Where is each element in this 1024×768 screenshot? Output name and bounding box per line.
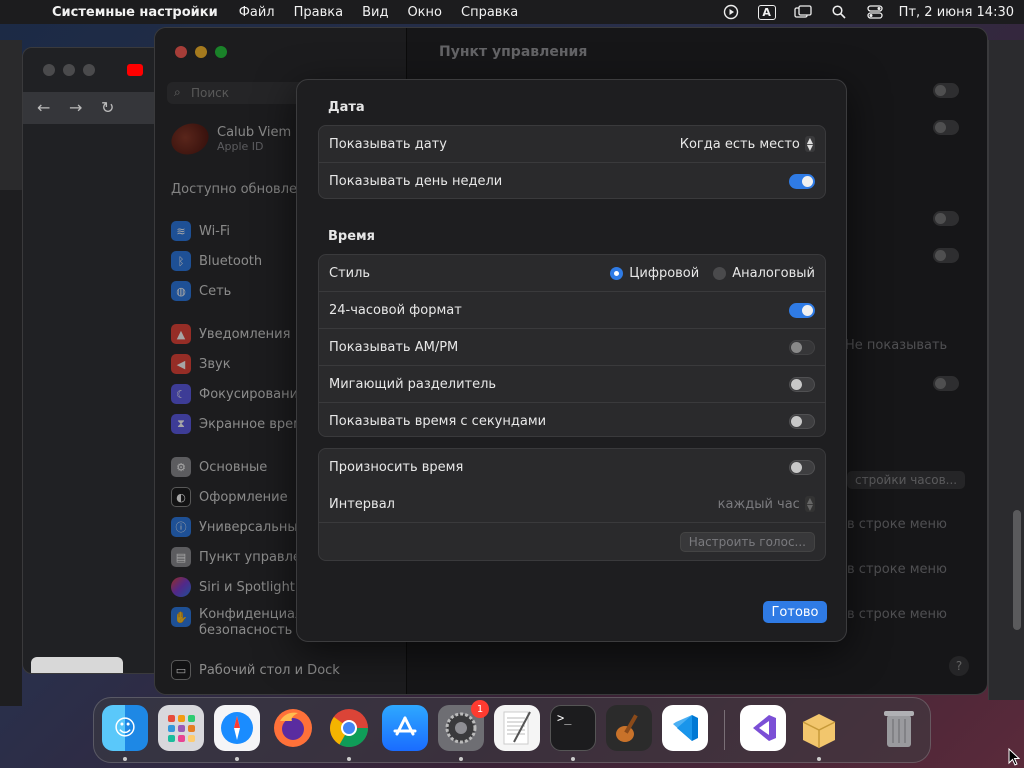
zoom-button[interactable] (83, 64, 95, 76)
blink-separator-toggle[interactable] (789, 376, 815, 392)
menu-file[interactable]: Файл (239, 5, 275, 20)
style-row: Стиль Цифровой Аналоговый (319, 255, 825, 292)
firefox-icon[interactable] (270, 705, 316, 751)
search-icon[interactable] (821, 5, 857, 19)
running-indicator (571, 757, 575, 761)
textedit-icon[interactable] (494, 705, 540, 751)
scrollbar[interactable] (1013, 510, 1021, 630)
reload-icon[interactable]: ↻ (101, 98, 114, 117)
background-window-left-top (0, 40, 22, 190)
announce-row: Произносить время (319, 449, 825, 486)
date-group: Показывать дату Когда есть место ▲ ▼ Пока… (318, 125, 826, 199)
terminal-icon[interactable]: >_ (550, 705, 596, 751)
show-weekday-toggle[interactable] (789, 174, 815, 189)
running-indicator (347, 757, 351, 761)
running-indicator (123, 757, 127, 761)
launchpad-icon[interactable] (158, 705, 204, 751)
background-window-right (988, 40, 1024, 700)
input-source-icon[interactable]: A (749, 4, 785, 20)
browser-tab-bar (23, 48, 161, 92)
vscode-icon[interactable] (662, 705, 708, 751)
announce-group: Произносить время Интервал каждый час ▲ ▼… (318, 448, 826, 561)
show-date-popup[interactable]: Когда есть место ▲ ▼ (680, 136, 815, 152)
play-status-icon[interactable] (713, 4, 749, 20)
dock-separator (724, 710, 725, 750)
blink-row: Мигающий разделитель (319, 366, 825, 403)
section-title-time: Время (328, 229, 376, 244)
browser-window: ← → ↻ (22, 47, 162, 674)
running-indicator (817, 757, 821, 761)
menu-window[interactable]: Окно (407, 5, 442, 20)
ampm-row: Показывать AM/PM (319, 329, 825, 366)
running-indicator (459, 757, 463, 761)
browser-content (23, 124, 161, 673)
system-settings-icon[interactable]: 1 (438, 700, 489, 751)
browser-bottom-element (31, 657, 123, 673)
control-center-icon[interactable] (857, 5, 893, 19)
menu-clock[interactable]: Пт, 2 июня 14:30 (899, 5, 1014, 20)
clock-settings-sheet: Дата Показывать дату Когда есть место ▲ ▼… (296, 79, 847, 642)
radio-selected-icon (610, 266, 624, 280)
chevron-updown-icon: ▲ ▼ (804, 136, 815, 152)
done-button[interactable]: Готово (763, 601, 827, 623)
running-indicator (235, 757, 239, 761)
minimize-button[interactable] (63, 64, 75, 76)
announce-time-toggle[interactable] (789, 460, 815, 475)
customize-voice-button[interactable]: Настроить голос... (679, 531, 815, 552)
show-date-row: Показывать дату Когда есть место ▲ ▼ (319, 126, 825, 163)
close-button[interactable] (43, 64, 55, 76)
interval-row: Интервал каждый час ▲ ▼ (319, 486, 825, 523)
finder-icon[interactable]: ☺ (102, 705, 148, 751)
style-analog-radio[interactable]: Аналоговый (713, 266, 815, 281)
menu-edit[interactable]: Правка (294, 5, 343, 20)
menu-app-name[interactable]: Системные настройки (52, 5, 218, 20)
radio-unselected-icon (713, 266, 727, 280)
section-title-date: Дата (328, 100, 365, 115)
mouse-cursor-icon (1008, 748, 1020, 766)
youtube-icon[interactable] (127, 64, 143, 76)
style-digital-radio[interactable]: Цифровой (610, 266, 699, 281)
dock: ☺ 1 >_ (93, 697, 931, 763)
installer-icon[interactable] (796, 705, 842, 751)
show-weekday-row: Показывать день недели (319, 163, 825, 200)
seconds-row: Показывать время с секундами (319, 403, 825, 440)
interval-popup[interactable]: каждый час ▲ ▼ (718, 496, 815, 512)
voice-row: Настроить голос... (319, 523, 825, 560)
app-store-icon[interactable] (382, 705, 428, 751)
notification-badge: 1 (471, 700, 489, 718)
h24-row: 24-часовой формат (319, 292, 825, 329)
garageband-icon[interactable] (606, 705, 652, 751)
show-seconds-toggle[interactable] (789, 414, 815, 429)
browser-toolbar: ← → ↻ (23, 92, 161, 124)
h24-toggle[interactable] (789, 302, 815, 318)
forward-icon[interactable]: → (69, 98, 82, 117)
menu-help[interactable]: Справка (461, 5, 518, 20)
menu-view[interactable]: Вид (362, 5, 388, 20)
chevron-updown-icon: ▲ ▼ (804, 496, 815, 512)
screen-mirroring-icon[interactable] (785, 5, 821, 19)
ampm-toggle[interactable] (789, 339, 815, 355)
safari-icon[interactable] (214, 705, 260, 751)
back-icon[interactable]: ← (37, 98, 50, 117)
chrome-icon[interactable] (326, 705, 372, 751)
time-group: Стиль Цифровой Аналоговый 24-часовой фор… (318, 254, 826, 437)
menu-bar: Системные настройки Файл Правка Вид Окно… (0, 0, 1024, 24)
visual-studio-icon[interactable] (740, 705, 786, 751)
trash-icon[interactable] (876, 705, 922, 751)
